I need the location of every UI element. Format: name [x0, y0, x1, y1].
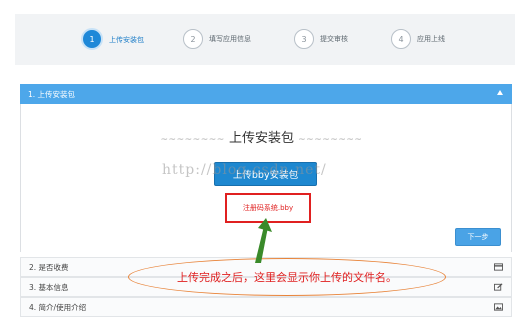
heading-dash-left: ~~~~~~~~: [160, 135, 225, 145]
section-label: 4. 简介/使用介绍: [29, 302, 87, 312]
upload-panel-header[interactable]: 1. 上传安装包: [20, 84, 512, 104]
image-icon: [494, 303, 503, 311]
heading-dash-right: ~~~~~~~~: [298, 135, 363, 145]
annotation-text: 上传完成之后，这里会显示你上传的文件名。: [177, 271, 397, 284]
collapse-caret-icon[interactable]: [497, 90, 503, 95]
section-label: 2. 是否收费: [29, 262, 69, 272]
step-label: 填写应用信息: [209, 35, 251, 43]
step-number: 1: [81, 28, 103, 50]
step-app-online[interactable]: 4 应用上线: [391, 29, 445, 49]
step-label: 应用上线: [417, 35, 445, 43]
panel-title: 1. 上传安装包: [28, 89, 76, 99]
next-step-button[interactable]: 下一步: [455, 228, 501, 246]
step-label: 提交审核: [320, 35, 348, 43]
step-fill-app-info[interactable]: 2 填写应用信息: [183, 29, 251, 49]
upload-package-button[interactable]: 上传bby安装包: [214, 162, 317, 186]
upload-heading: ~~~~~~~~ 上传安装包 ~~~~~~~~: [0, 127, 523, 146]
step-number: 2: [183, 29, 203, 49]
uploaded-filename: 注册码系统.bby: [225, 193, 311, 223]
upload-heading-text: 上传安装包: [228, 131, 294, 146]
step-label: 上传安装包: [109, 35, 144, 44]
section-description[interactable]: 4. 简介/使用介绍: [20, 297, 512, 317]
card-icon: [494, 263, 503, 271]
annotation-callout: 上传完成之后，这里会显示你上传的文件名。: [128, 258, 446, 296]
section-label: 3. 基本信息: [29, 282, 69, 292]
step-upload-package[interactable]: 1 上传安装包: [81, 28, 144, 50]
stepper-bar: 1 上传安装包 2 填写应用信息 3 提交审核 4 应用上线: [15, 14, 515, 65]
step-submit-review[interactable]: 3 提交审核: [294, 29, 348, 49]
step-number: 3: [294, 29, 314, 49]
edit-icon: [494, 283, 503, 291]
step-number: 4: [391, 29, 411, 49]
